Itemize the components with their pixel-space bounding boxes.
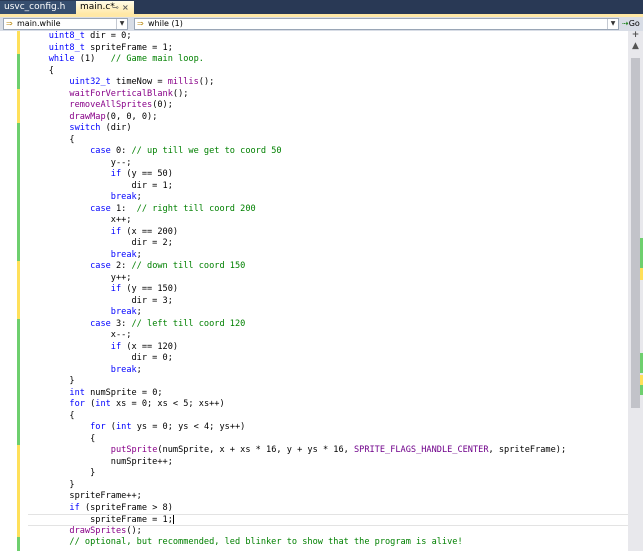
- unsaved-change-marker: [17, 479, 20, 491]
- unsaved-change-marker: [17, 514, 20, 526]
- code-line[interactable]: if (spriteFrame > 8): [28, 503, 628, 515]
- split-window-icon[interactable]: +: [630, 31, 641, 40]
- tab-label: usvc_config.h: [4, 2, 66, 12]
- code-line[interactable]: dir = 3;: [28, 296, 628, 308]
- code-line[interactable]: drawSprites();: [28, 526, 628, 538]
- unsaved-change-marker: [17, 525, 20, 537]
- navigation-bar: ⇒ main.while ▼ ⇒ while (1) ▼ ⇢Go: [0, 17, 643, 31]
- tab-label: main.c*: [80, 2, 115, 12]
- unsaved-change-marker: [17, 100, 20, 112]
- code-line[interactable]: break;: [28, 192, 628, 204]
- scope-dropdown-value: main.while: [17, 19, 61, 28]
- code-line[interactable]: case 2: // down till coord 150: [28, 261, 628, 273]
- code-line[interactable]: spriteFrame++;: [28, 491, 628, 503]
- code-line[interactable]: waitForVerticalBlank();: [28, 89, 628, 101]
- unsaved-change-marker: [17, 491, 20, 503]
- scroll-track[interactable]: [628, 53, 643, 551]
- code-line[interactable]: case 1: // right till coord 200: [28, 204, 628, 216]
- unsaved-change-marker: [17, 468, 20, 480]
- go-arrow-icon: ⇢: [622, 19, 629, 28]
- scope-dropdown[interactable]: ⇒ main.while ▼: [3, 18, 128, 30]
- code-line[interactable]: if (y == 150): [28, 284, 628, 296]
- code-line[interactable]: {: [28, 135, 628, 147]
- code-line[interactable]: for (int ys = 0; ys < 4; ys++): [28, 422, 628, 434]
- code-line[interactable]: y++;: [28, 273, 628, 285]
- code-line[interactable]: dir = 2;: [28, 238, 628, 250]
- code-line[interactable]: case 0: // up till we get to coord 50: [28, 146, 628, 158]
- go-button-label: Go: [628, 19, 640, 28]
- chevron-down-icon[interactable]: ▼: [607, 19, 618, 29]
- member-dropdown[interactable]: ⇒ while (1) ▼: [134, 18, 619, 30]
- member-icon: ⇒: [137, 19, 144, 28]
- unsaved-change-marker: [17, 295, 20, 307]
- code-line[interactable]: while (1) // Game main loop.: [28, 54, 628, 66]
- unsaved-change-marker: [17, 445, 20, 457]
- code-line[interactable]: if (x == 200): [28, 227, 628, 239]
- code-editor[interactable]: uint8_t dir = 0; uint8_t spriteFrame = 1…: [0, 31, 628, 551]
- unsaved-change-marker: [17, 88, 20, 100]
- unsaved-change-marker: [17, 42, 20, 54]
- code-line[interactable]: }: [28, 376, 628, 388]
- code-line[interactable]: drawMap(0, 0, 0);: [28, 112, 628, 124]
- unsaved-change-marker: [17, 261, 20, 273]
- code-line[interactable]: // optional, but recommended, led blinke…: [28, 537, 628, 549]
- code-line[interactable]: }: [28, 480, 628, 492]
- code-line[interactable]: {: [28, 66, 628, 78]
- code-line[interactable]: uint8_t dir = 0;: [28, 31, 628, 43]
- go-button[interactable]: ⇢Go: [622, 18, 642, 30]
- code-line[interactable]: if (y == 50): [28, 169, 628, 181]
- code-line[interactable]: numSprite++;: [28, 457, 628, 469]
- code-line[interactable]: if (x == 120): [28, 342, 628, 354]
- code-line[interactable]: break;: [28, 365, 628, 377]
- text-caret: [172, 515, 174, 524]
- unsaved-change-marker: [17, 111, 20, 123]
- scroll-thumb[interactable]: [631, 58, 640, 408]
- code-line[interactable]: for (int xs = 0; xs < 5; xs++): [28, 399, 628, 411]
- code-line[interactable]: {: [28, 434, 628, 446]
- code-line[interactable]: uint32_t timeNow = millis();: [28, 77, 628, 89]
- unsaved-change-marker: [17, 272, 20, 284]
- vertical-scrollbar[interactable]: + ▲: [628, 31, 643, 551]
- code-line[interactable]: switch (dir): [28, 123, 628, 135]
- unsaved-change-marker: [17, 456, 20, 468]
- code-line[interactable]: y--;: [28, 158, 628, 170]
- code-lines[interactable]: uint8_t dir = 0; uint8_t spriteFrame = 1…: [28, 31, 628, 549]
- pin-icon[interactable]: ⊸: [112, 1, 119, 14]
- unsaved-change-marker: [17, 502, 20, 514]
- code-line[interactable]: break;: [28, 307, 628, 319]
- code-line[interactable]: x--;: [28, 330, 628, 342]
- code-line[interactable]: int numSprite = 0;: [28, 388, 628, 400]
- document-tab-strip: usvc_config.h main.c* ⊸ ×: [0, 0, 643, 14]
- chevron-down-icon[interactable]: ▼: [116, 19, 127, 29]
- code-line[interactable]: {: [28, 411, 628, 423]
- member-dropdown-value: while (1): [148, 19, 183, 28]
- code-line[interactable]: case 3: // left till coord 120: [28, 319, 628, 331]
- unsaved-change-marker: [17, 31, 20, 43]
- close-icon[interactable]: ×: [122, 1, 129, 14]
- code-line[interactable]: putSprite(numSprite, x + xs * 16, y + ys…: [28, 445, 628, 457]
- code-line[interactable]: spriteFrame = 1;: [28, 514, 628, 526]
- scope-icon: ⇒: [6, 19, 13, 28]
- unsaved-change-marker: [17, 284, 20, 296]
- code-line[interactable]: break;: [28, 250, 628, 262]
- code-line[interactable]: x++;: [28, 215, 628, 227]
- code-line[interactable]: removeAllSprites(0);: [28, 100, 628, 112]
- scroll-up-icon[interactable]: ▲: [630, 42, 641, 51]
- unsaved-change-marker: [17, 307, 20, 319]
- code-line[interactable]: dir = 0;: [28, 353, 628, 365]
- code-line[interactable]: uint8_t spriteFrame = 1;: [28, 43, 628, 55]
- code-line[interactable]: dir = 1;: [28, 181, 628, 193]
- tab-main-c[interactable]: main.c* ⊸ ×: [76, 1, 134, 14]
- tab-usvc-config-h[interactable]: usvc_config.h: [0, 1, 76, 14]
- code-line[interactable]: }: [28, 468, 628, 480]
